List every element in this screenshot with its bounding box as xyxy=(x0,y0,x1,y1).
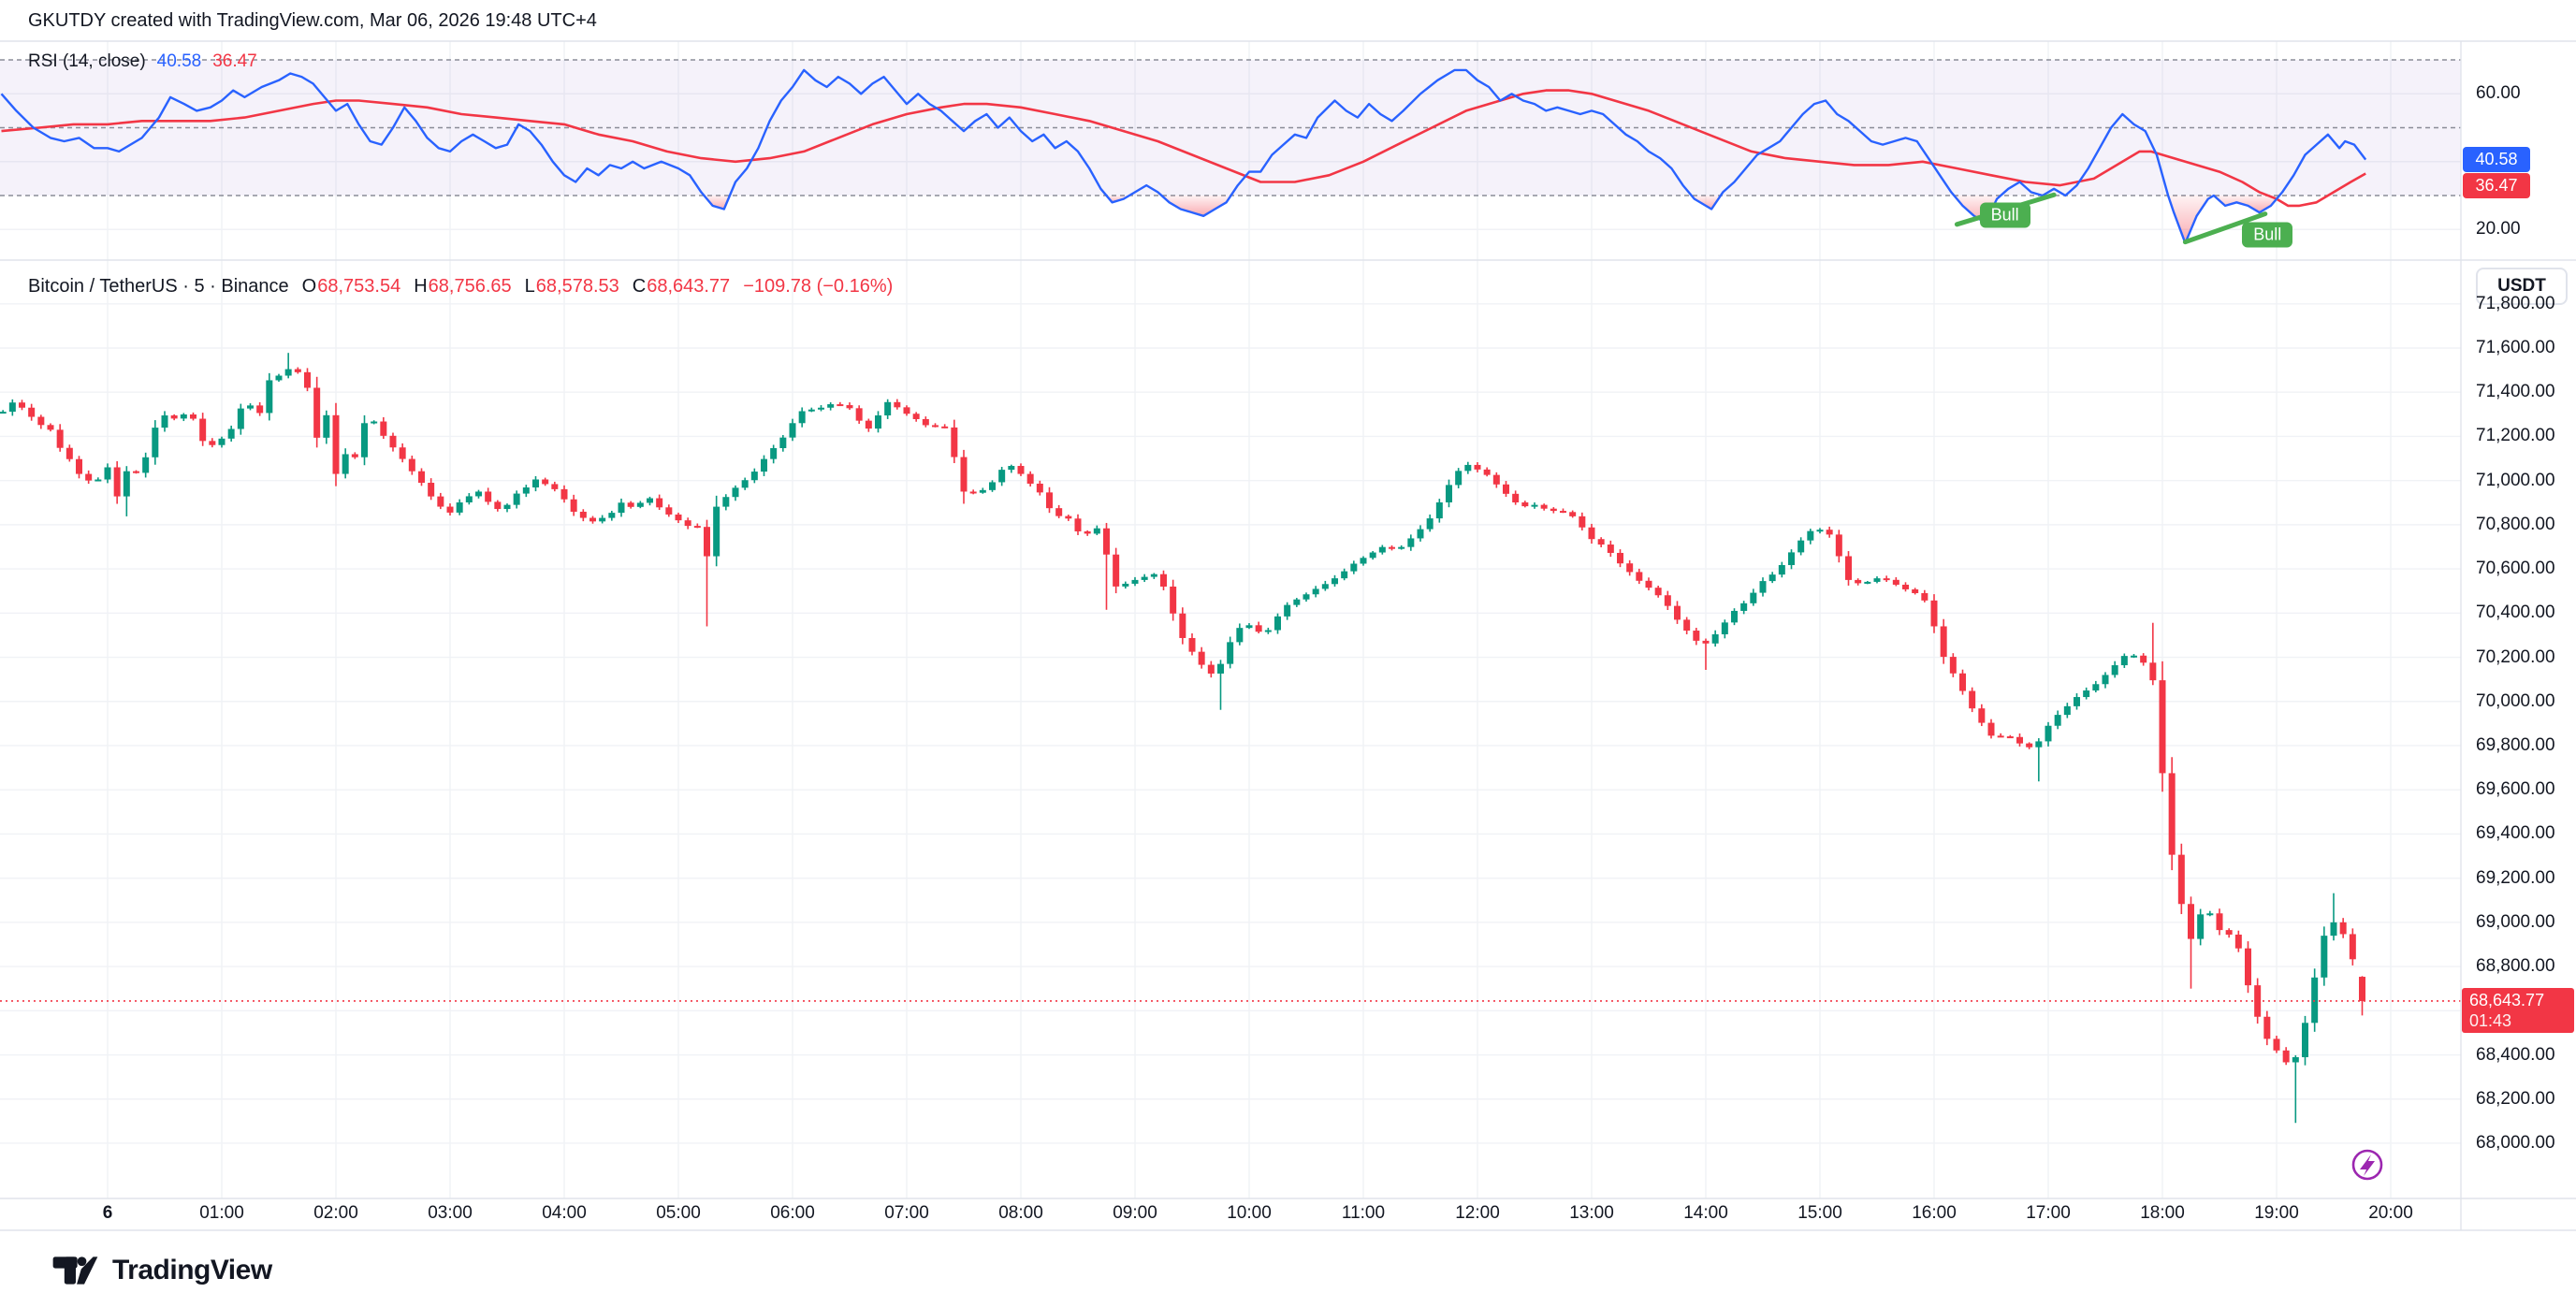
time-axis-label: 02:00 xyxy=(313,1203,358,1224)
rsi-axis-badge: 40.58 xyxy=(2463,147,2530,172)
time-axis-label: 14:00 xyxy=(1683,1203,1728,1224)
price-axis-label: 71,400.00 xyxy=(2476,382,2555,402)
price-axis-label: 69,200.00 xyxy=(2476,868,2555,889)
rsi-ma-axis-badge: 36.47 xyxy=(2463,173,2530,198)
time-axis-label: 20:00 xyxy=(2368,1203,2413,1224)
price-axis-label: 71,200.00 xyxy=(2476,426,2555,446)
price-axis-label: 68,200.00 xyxy=(2476,1089,2555,1110)
price-axis-label: 69,000.00 xyxy=(2476,912,2555,933)
price-axis-label: 70,000.00 xyxy=(2476,691,2555,712)
time-axis-label: 17:00 xyxy=(2026,1203,2071,1224)
bull-divergence-label: Bull xyxy=(2242,223,2292,248)
time-axis-label: 10:00 xyxy=(1227,1203,1272,1224)
symbol-legend[interactable]: Bitcoin / TetherUS · 5 · Binance O68,753… xyxy=(28,274,893,298)
time-axis-label: 03:00 xyxy=(428,1203,473,1224)
time-axis-label: 01:00 xyxy=(199,1203,244,1224)
price-axis-label: 70,400.00 xyxy=(2476,603,2555,623)
rsi-axis-label: 60.00 xyxy=(2476,83,2521,104)
time-axis-label: 18:00 xyxy=(2140,1203,2185,1224)
ohlc-open: O68,753.54 xyxy=(302,276,401,298)
time-axis-label: 04:00 xyxy=(542,1203,587,1224)
time-axis-label: 13:00 xyxy=(1569,1203,1614,1224)
time-axis-label: 19:00 xyxy=(2254,1203,2299,1224)
tradingview-wordmark: TradingView xyxy=(112,1255,272,1286)
time-axis-label: 15:00 xyxy=(1797,1203,1842,1224)
ohlc-low: L68,578.53 xyxy=(525,276,619,298)
rsi-indicator-legend[interactable]: RSI (14, close) 40.58 36.47 xyxy=(28,51,257,73)
price-axis-label: 68,000.00 xyxy=(2476,1133,2555,1154)
price-axis-label: 70,600.00 xyxy=(2476,559,2555,579)
time-axis-label: 09:00 xyxy=(1113,1203,1157,1224)
rsi-value: 40.58 xyxy=(157,51,202,72)
time-axis-label: 11:00 xyxy=(1342,1203,1385,1224)
rsi-axis-label: 20.00 xyxy=(2476,219,2521,240)
time-axis-label: 05:00 xyxy=(656,1203,701,1224)
last-price-value: 68,643.77 xyxy=(2469,990,2574,1010)
price-axis-label: 70,800.00 xyxy=(2476,515,2555,535)
time-axis-label: 08:00 xyxy=(998,1203,1043,1224)
price-axis-label: 69,600.00 xyxy=(2476,779,2555,800)
price-axis-label: 69,400.00 xyxy=(2476,823,2555,844)
bull-divergence-label: Bull xyxy=(1980,202,2030,227)
ohlc-close: C68,643.77 xyxy=(633,276,730,298)
change-value: −109.78 (−0.16%) xyxy=(743,276,893,298)
last-price-badge: 68,643.77 01:43 xyxy=(2462,988,2574,1033)
rsi-ma-value: 36.47 xyxy=(212,51,257,72)
candle-countdown: 01:43 xyxy=(2469,1010,2574,1031)
lightning-icon[interactable] xyxy=(2353,1151,2381,1179)
rsi-label: RSI (14, close) xyxy=(28,51,146,72)
symbol-title: Bitcoin / TetherUS · 5 · Binance xyxy=(28,276,289,298)
chart-attribution-header: GKUTDY created with TradingView.com, Mar… xyxy=(28,0,597,41)
price-axis-label: 71,600.00 xyxy=(2476,338,2555,358)
time-axis-date-label: 6 xyxy=(103,1203,113,1224)
tradingview-logo-icon xyxy=(51,1250,100,1291)
tradingview-chart-window: GKUTDY created with TradingView.com, Mar… xyxy=(0,0,2576,1307)
price-axis-label: 68,800.00 xyxy=(2476,956,2555,977)
time-axis-label: 16:00 xyxy=(1912,1203,1957,1224)
price-axis-label: 69,800.00 xyxy=(2476,735,2555,756)
price-axis-label: 71,000.00 xyxy=(2476,471,2555,491)
price-axis-label: 71,800.00 xyxy=(2476,294,2555,314)
candlestick-chart[interactable] xyxy=(0,0,2576,1307)
price-axis-label: 68,400.00 xyxy=(2476,1045,2555,1066)
time-axis-label: 12:00 xyxy=(1455,1203,1500,1224)
time-axis-label: 07:00 xyxy=(884,1203,929,1224)
price-axis-label: 70,200.00 xyxy=(2476,647,2555,668)
time-axis-label: 06:00 xyxy=(770,1203,815,1224)
header-title: GKUTDY created with TradingView.com, Mar… xyxy=(28,10,597,32)
ohlc-high: H68,756.65 xyxy=(414,276,511,298)
tradingview-logo[interactable]: TradingView xyxy=(51,1250,272,1291)
